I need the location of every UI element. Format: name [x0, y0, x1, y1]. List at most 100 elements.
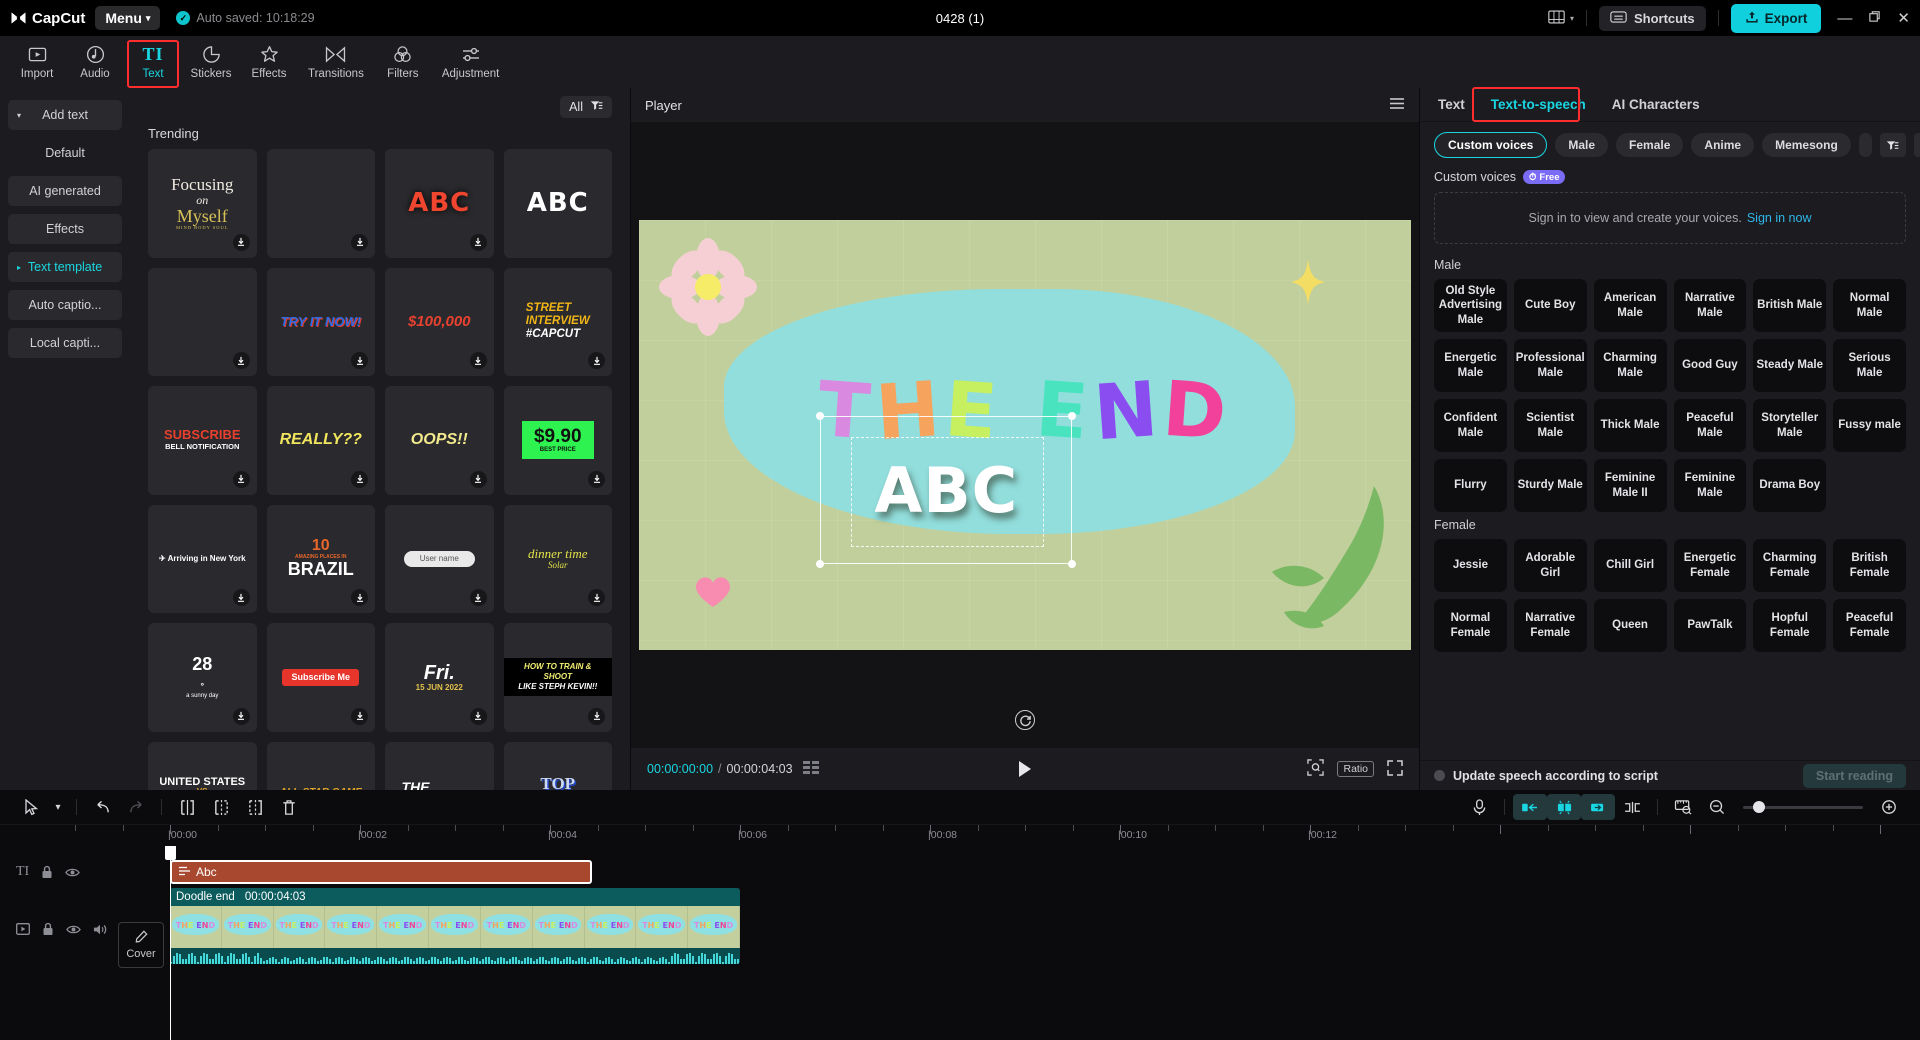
ratio-button[interactable]: Ratio: [1337, 761, 1374, 777]
template-cell-ten-brazil[interactable]: 10 AMAZING PLACES IN BRAZIL: [266, 504, 375, 613]
menu-button[interactable]: Menu ▾: [95, 6, 161, 30]
voice-item[interactable]: Adorable Girl: [1513, 539, 1587, 592]
trim-start-button[interactable]: [204, 794, 238, 820]
voice-item[interactable]: Narrative Female: [1513, 599, 1587, 652]
hamburger-icon[interactable]: [1389, 97, 1405, 113]
voice-item[interactable]: Storyteller Male: [1753, 399, 1827, 452]
minimize-button[interactable]: —: [1837, 11, 1852, 26]
tab-text[interactable]: Text: [1438, 97, 1465, 112]
template-cell-united-states-france[interactable]: UNITED STATESVSFRANCE2022 SEASON: [148, 741, 257, 790]
voice-item[interactable]: Thick Male: [1593, 399, 1667, 452]
voice-chip-engl[interactable]: Engl: [1858, 133, 1872, 157]
resize-handle-top-right[interactable]: [1068, 411, 1077, 420]
template-cell-price-990[interactable]: $9.90 BEST PRICE: [503, 386, 612, 495]
split-button[interactable]: [170, 794, 204, 820]
sidebar-item-text-template[interactable]: ▸ Text template: [8, 252, 122, 282]
playhead-handle[interactable]: [165, 846, 176, 860]
nav-item-transitions[interactable]: Transitions: [298, 36, 374, 88]
video-clip-doodle-end[interactable]: Doodle end 00:00:04:03 THE END THE END THE…: [170, 888, 740, 964]
template-cell-subscribe-me[interactable]: Subscribe Me: [266, 623, 375, 732]
template-cell-dinner-time[interactable]: dinner time Solar: [503, 504, 612, 613]
voice-item[interactable]: British Female: [1833, 539, 1906, 592]
tab-ai-characters[interactable]: AI Characters: [1612, 97, 1700, 112]
frames-icon[interactable]: [802, 761, 819, 777]
eye-icon[interactable]: [66, 924, 81, 935]
download-icon[interactable]: [588, 470, 605, 488]
nav-item-stickers[interactable]: Stickers: [182, 36, 240, 88]
delete-button[interactable]: [272, 794, 306, 820]
template-cell-the-moment[interactable]: THEMOMENT: [385, 741, 494, 790]
sidebar-item-local-captions[interactable]: Local capti...: [8, 328, 122, 358]
maximize-button[interactable]: [1868, 10, 1881, 26]
download-icon[interactable]: [351, 470, 368, 488]
sidebar-item-effects[interactable]: Effects: [8, 214, 122, 244]
update-speech-checkbox[interactable]: [1434, 770, 1445, 781]
keyframe-prev-button[interactable]: [1513, 794, 1547, 820]
download-icon[interactable]: [469, 707, 487, 725]
template-cell-try-it-now[interactable]: TRY IT NOW!: [266, 267, 375, 376]
template-cell-blank-template-1[interactable]: [266, 149, 375, 258]
voice-item[interactable]: Normal Female: [1434, 599, 1507, 652]
lock-icon[interactable]: [42, 922, 54, 936]
rotate-icon[interactable]: [1015, 710, 1035, 730]
zoom-slider-handle[interactable]: [1753, 801, 1765, 813]
download-icon[interactable]: [232, 707, 250, 725]
voice-item[interactable]: Energetic Female: [1673, 539, 1747, 592]
mirror-split-button[interactable]: [1615, 794, 1649, 820]
voice-item[interactable]: Feminine Male: [1673, 459, 1747, 512]
voice-item[interactable]: Chill Girl: [1593, 539, 1667, 592]
download-icon[interactable]: [588, 707, 605, 725]
zoom-in-button[interactable]: [1872, 794, 1906, 820]
trim-end-button[interactable]: [238, 794, 272, 820]
select-dropdown[interactable]: ▾: [48, 794, 68, 820]
select-tool[interactable]: [14, 794, 48, 820]
sidebar-item-default[interactable]: Default: [8, 138, 122, 168]
zoom-slider[interactable]: [1743, 801, 1863, 813]
download-icon[interactable]: [588, 589, 605, 606]
download-icon[interactable]: [232, 470, 250, 488]
template-scroll-area[interactable]: Trending Focusing on Myself MIND BODY SOUL A…: [130, 126, 630, 790]
voice-chip-memesong[interactable]: Memesong: [1762, 133, 1851, 157]
download-icon[interactable]: [588, 352, 605, 369]
text-clip-abc[interactable]: Abc: [170, 860, 592, 884]
play-icon[interactable]: [1019, 761, 1031, 777]
template-cell-abc-red[interactable]: ABC: [385, 149, 494, 258]
template-cell-oops[interactable]: OOPS!!: [385, 386, 494, 495]
voice-item[interactable]: Energetic Male: [1434, 339, 1507, 392]
voice-item[interactable]: Flurry: [1434, 459, 1507, 512]
voice-chip-custom-voices[interactable]: Custom voices: [1434, 132, 1548, 158]
start-reading-button[interactable]: Start reading: [1802, 763, 1906, 788]
download-icon[interactable]: [232, 589, 250, 606]
voice-item[interactable]: Peaceful Female: [1833, 599, 1906, 652]
template-cell-one-hundred-thousand[interactable]: $100,000: [385, 267, 494, 376]
sidebar-item-ai-generated[interactable]: AI generated: [8, 176, 122, 206]
nav-item-adjustment[interactable]: Adjustment: [432, 36, 510, 88]
undo-button[interactable]: [85, 794, 119, 820]
export-button[interactable]: Export: [1730, 3, 1822, 33]
template-cell-subscribe-bell[interactable]: SUBSCRIBE BELL NOTIFICATION: [148, 386, 257, 495]
playhead[interactable]: [165, 846, 176, 1040]
template-filter-button[interactable]: All: [560, 96, 612, 118]
voice-item[interactable]: Jessie: [1434, 539, 1507, 592]
voice-chip-anime[interactable]: Anime: [1691, 133, 1755, 157]
voice-item[interactable]: Drama Boy: [1753, 459, 1827, 512]
voice-item[interactable]: Charming Male: [1593, 339, 1667, 392]
voice-item[interactable]: Good Guy: [1673, 339, 1747, 392]
close-button[interactable]: ✕: [1897, 11, 1910, 26]
voice-list-scroll[interactable]: Custom voices ⏱ Free Sign in to view and…: [1420, 162, 1920, 760]
voice-item[interactable]: British Male: [1753, 279, 1827, 332]
voice-item[interactable]: Feminine Male II: [1593, 459, 1667, 512]
cover-button[interactable]: Cover: [118, 922, 164, 968]
timeline-ruler[interactable]: |00:00 |00:02 |00:04 |00:06 |00:08 |00:10 |00:…: [0, 824, 1920, 846]
voice-item[interactable]: PawTalk: [1673, 599, 1747, 652]
template-cell-all-star-game[interactable]: ALL-STAR GAMEPLAYOFFS SUMMER: [266, 741, 375, 790]
template-cell-abc-white[interactable]: ABC: [503, 149, 612, 258]
download-icon[interactable]: [469, 233, 487, 251]
voice-item[interactable]: Hopful Female: [1753, 599, 1827, 652]
voice-item[interactable]: Narrative Male: [1673, 279, 1747, 332]
template-cell-street-interview[interactable]: STREET INTERVIEW #CAPCUT: [503, 267, 612, 376]
template-cell-friday-date[interactable]: Fri. 15 JUN 2022: [385, 623, 494, 732]
nav-item-audio[interactable]: Audio: [66, 36, 124, 88]
nav-item-import[interactable]: Import: [8, 36, 66, 88]
voice-item[interactable]: Cute Boy: [1513, 279, 1587, 332]
